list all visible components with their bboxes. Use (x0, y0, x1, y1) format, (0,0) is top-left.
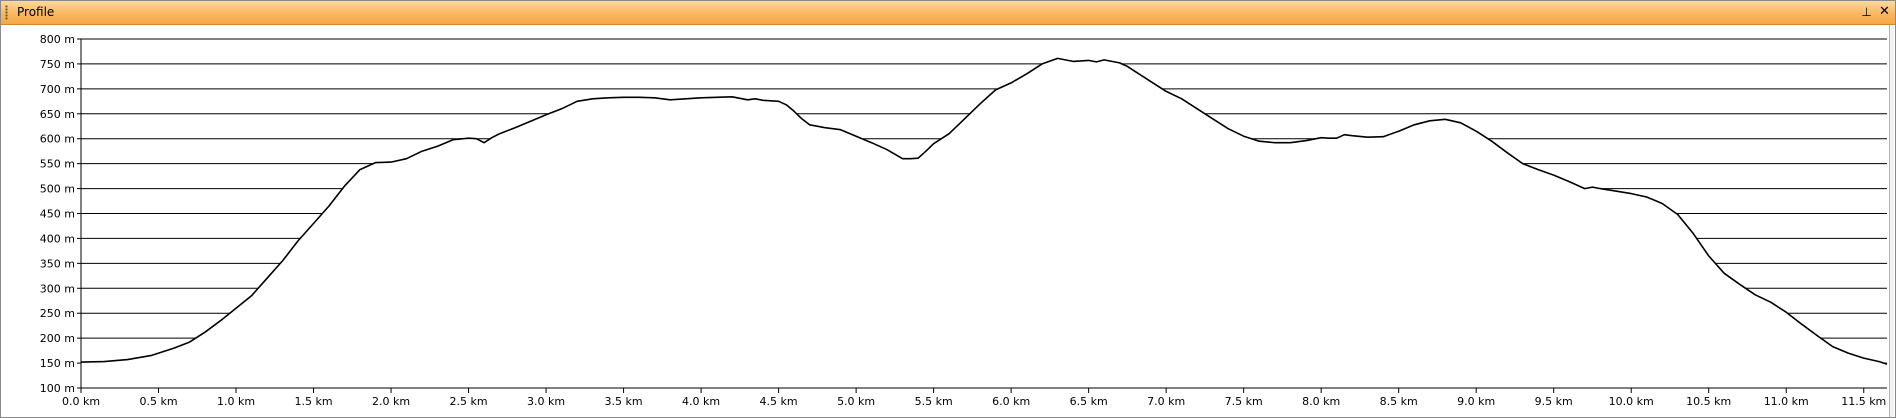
y-tick-label: 150 m (40, 357, 75, 370)
y-tick-label: 800 m (40, 33, 75, 46)
x-tick-label: 5.0 km (837, 395, 875, 408)
x-tick-label: 5.5 km (915, 395, 953, 408)
x-tick-label: 4.5 km (760, 395, 798, 408)
x-tick-label: 8.0 km (1302, 395, 1340, 408)
x-tick-label: 3.0 km (527, 395, 565, 408)
window-title: Profile (17, 5, 55, 19)
pin-icon[interactable]: ⊥ (1858, 3, 1875, 21)
right-edge-scrollbar[interactable] (1889, 25, 1894, 417)
y-tick-label: 250 m (40, 307, 75, 320)
x-tick-label: 9.0 km (1457, 395, 1495, 408)
x-tick-label: 2.0 km (372, 395, 410, 408)
x-tick-label: 7.5 km (1225, 395, 1263, 408)
y-tick-label: 100 m (40, 382, 75, 395)
y-tick-label: 600 m (40, 133, 75, 146)
x-tick-label: 11.5 km (1841, 395, 1886, 408)
profile-fill (81, 58, 1887, 389)
x-tick-label: 7.0 km (1147, 395, 1185, 408)
x-tick-label: 1.5 km (294, 395, 332, 408)
y-tick-label: 500 m (40, 183, 75, 196)
x-tick-label: 0.5 km (139, 395, 177, 408)
y-axis-ticks: 100 m 150 m 200 m 250 m 300 m 350 m 400 m 450 m… (40, 33, 81, 395)
y-tick-label: 550 m (40, 158, 75, 171)
x-tick-label: 4.0 km (682, 395, 720, 408)
x-tick-label: 6.5 km (1070, 395, 1108, 408)
x-tick-label: 6.0 km (992, 395, 1030, 408)
drag-grip-icon[interactable] (5, 5, 8, 20)
x-tick-label: 2.5 km (450, 395, 488, 408)
y-tick-label: 700 m (40, 83, 75, 96)
x-tick-label: 0.0 km (62, 395, 100, 408)
close-icon[interactable]: ✕ (1876, 3, 1893, 21)
y-tick-label: 650 m (40, 108, 75, 121)
x-axis-ticks: 0.0 km 0.5 km 1.0 km 1.5 km 2.0 km 2.5 km 3.0 … (62, 388, 1886, 408)
title-bar[interactable]: Profile ⊥ ✕ (1, 1, 1895, 25)
x-tick-label: 10.5 km (1686, 395, 1731, 408)
profile-window: Profile ⊥ ✕ 100 m 150 m 200 m 250 m 300 m 350… (0, 0, 1896, 418)
y-tick-label: 200 m (40, 332, 75, 345)
profile-area (80, 57, 1888, 389)
x-tick-label: 3.5 km (605, 395, 643, 408)
x-tick-label: 8.5 km (1380, 395, 1418, 408)
x-tick-label: 9.5 km (1535, 395, 1573, 408)
y-tick-label: 300 m (40, 282, 75, 295)
x-tick-label: 11.0 km (1764, 395, 1809, 408)
x-tick-label: 1.0 km (217, 395, 255, 408)
y-tick-label: 350 m (40, 257, 75, 270)
elevation-profile-chart: 100 m 150 m 200 m 250 m 300 m 350 m 400 m 450 m… (40, 33, 1888, 408)
y-tick-label: 750 m (40, 58, 75, 71)
x-tick-label: 10.0 km (1609, 395, 1654, 408)
y-tick-label: 400 m (40, 232, 75, 245)
y-tick-label: 450 m (40, 208, 75, 221)
